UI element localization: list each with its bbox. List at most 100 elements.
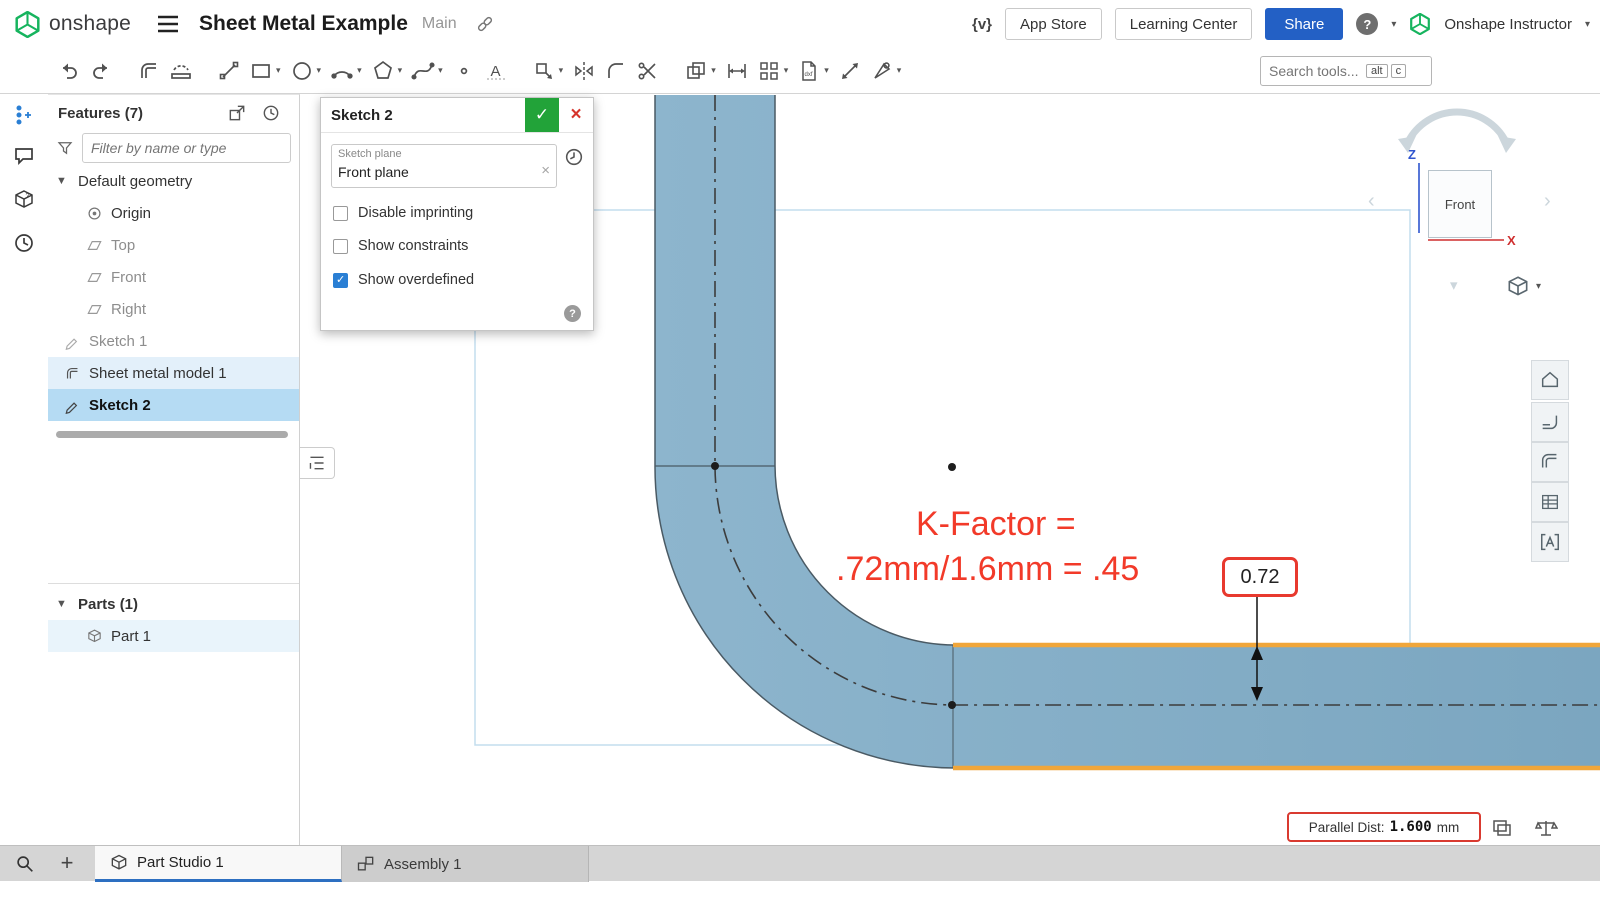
cone-tool-icon[interactable]: [869, 58, 895, 84]
arc-tool-caret-icon[interactable]: ▾: [357, 65, 362, 76]
onshape-logo-icon[interactable]: [14, 11, 41, 38]
sketch-plane-field[interactable]: Sketch plane Front plane ×: [331, 144, 557, 188]
rectangle-tool-icon[interactable]: [248, 58, 274, 84]
sketch-point[interactable]: [948, 701, 956, 709]
trim-tool-icon[interactable]: [635, 58, 661, 84]
dimension-value-box[interactable]: 0.72: [1222, 557, 1298, 597]
new-tab-button[interactable]: +: [52, 848, 82, 878]
account-name[interactable]: Onshape Instructor: [1444, 16, 1572, 33]
sheet-metal-table-icon[interactable]: [1531, 482, 1569, 522]
tree-item-sketch-2[interactable]: Sketch 2: [48, 389, 299, 421]
tree-item-top-plane[interactable]: Top: [48, 229, 299, 261]
tree-item-sheet-metal-model-1[interactable]: Sheet metal model 1: [48, 357, 299, 389]
search-tabs-icon[interactable]: [14, 853, 36, 875]
help-caret-icon[interactable]: ▾: [1391, 19, 1396, 30]
tree-item-front-plane[interactable]: Front: [48, 261, 299, 293]
circle-tool-caret-icon[interactable]: ▾: [317, 65, 322, 76]
tree-item-part-1[interactable]: Part 1: [48, 620, 299, 652]
bend-center-point[interactable]: [948, 463, 956, 471]
pattern-caret-icon[interactable]: ▾: [784, 65, 789, 76]
point-tool-icon[interactable]: [451, 58, 477, 84]
view-options-caret-icon[interactable]: ▾: [1536, 281, 1541, 292]
follow-mode-icon[interactable]: [12, 103, 36, 127]
chevron-down-icon[interactable]: ▼: [56, 175, 70, 187]
transform-caret-icon[interactable]: ▾: [711, 65, 716, 76]
checkbox-show-overdefined[interactable]: Show overdefined: [333, 269, 474, 291]
checkbox-disable-imprinting[interactable]: Disable imprinting: [333, 202, 473, 224]
filter-input[interactable]: [82, 133, 291, 163]
text-tool-icon[interactable]: A: [483, 58, 509, 84]
dxf-export-icon[interactable]: dxf: [796, 58, 822, 84]
hamburger-menu-icon[interactable]: [157, 15, 179, 33]
history-icon[interactable]: [12, 231, 36, 255]
use-project-tool-icon[interactable]: [531, 58, 557, 84]
search-tools-box[interactable]: alt c: [1260, 56, 1432, 86]
viewcube-rotate-down-icon[interactable]: ▾: [1450, 276, 1458, 294]
circle-tool-icon[interactable]: [289, 58, 315, 84]
cone-tool-caret-icon[interactable]: ▾: [897, 65, 902, 76]
help-cube-icon[interactable]: ?: [12, 188, 36, 212]
spline-tool-icon[interactable]: [410, 58, 436, 84]
tree-group-default-geometry[interactable]: ▼ Default geometry: [48, 165, 299, 197]
insert-feature-icon[interactable]: [227, 103, 247, 123]
spline-tool-caret-icon[interactable]: ▾: [438, 65, 443, 76]
panel-collapse-toggle[interactable]: [300, 447, 335, 479]
tab-assembly-1[interactable]: Assembly 1: [342, 846, 589, 882]
checkbox-unchecked[interactable]: [333, 206, 348, 221]
tree-item-origin[interactable]: Origin: [48, 197, 299, 229]
dialog-cancel-button[interactable]: ×: [559, 98, 593, 132]
redo-icon[interactable]: [88, 58, 114, 84]
dialog-help-icon[interactable]: ?: [564, 305, 581, 322]
comments-icon[interactable]: [12, 144, 36, 168]
tree-group-parts[interactable]: ▼ Parts (1): [48, 588, 299, 620]
viewcube-rotate-left-icon[interactable]: ‹: [1368, 190, 1375, 213]
balance-icon[interactable]: [1534, 816, 1558, 840]
line-tool-icon[interactable]: [216, 58, 242, 84]
dimension-tool-icon[interactable]: [724, 58, 750, 84]
dialog-accept-button[interactable]: ✓: [525, 98, 559, 132]
sketch-point[interactable]: [711, 462, 719, 470]
polygon-tool-icon[interactable]: [370, 58, 396, 84]
help-icon[interactable]: ?: [1356, 13, 1378, 35]
chevron-down-icon[interactable]: ▼: [56, 598, 70, 610]
app-store-button[interactable]: App Store: [1005, 8, 1102, 40]
view-options-cube-icon[interactable]: [1505, 274, 1531, 300]
viewcube-rotate-right-icon[interactable]: ›: [1544, 190, 1551, 213]
sheet-metal-bent-view-icon[interactable]: [1531, 442, 1569, 482]
fillet-tool-icon[interactable]: [603, 58, 629, 84]
learning-center-button[interactable]: Learning Center: [1115, 8, 1253, 40]
viewcube-front-face[interactable]: Front: [1428, 170, 1492, 238]
pattern-tool-icon[interactable]: [756, 58, 782, 84]
measure-tool-icon[interactable]: [837, 58, 863, 84]
featurescript-icon[interactable]: {v}: [972, 16, 992, 33]
polygon-tool-caret-icon[interactable]: ▾: [398, 65, 403, 76]
transform-copy-icon[interactable]: [683, 58, 709, 84]
rectangle-tool-caret-icon[interactable]: ▾: [276, 65, 281, 76]
undo-icon[interactable]: [56, 58, 82, 84]
tree-item-right-plane[interactable]: Right: [48, 293, 299, 325]
rollback-history-icon[interactable]: [261, 103, 281, 123]
share-button[interactable]: Share: [1265, 8, 1343, 40]
dialog-rollback-icon[interactable]: [563, 146, 585, 168]
checkbox-unchecked[interactable]: [333, 239, 348, 254]
horizontal-scrollbar[interactable]: [56, 431, 288, 438]
sheets-icon[interactable]: [1490, 816, 1514, 840]
checkbox-checked[interactable]: [333, 273, 348, 288]
workspace-name[interactable]: Main: [422, 15, 457, 33]
search-tools-input[interactable]: [1267, 62, 1363, 80]
sheet-metal-flat-view-icon[interactable]: [1531, 402, 1569, 442]
use-project-caret-icon[interactable]: ▾: [559, 65, 564, 76]
sheet-metal-model-icon[interactable]: [136, 58, 162, 84]
dxf-caret-icon[interactable]: ▾: [824, 65, 829, 76]
tree-item-sketch-1[interactable]: Sketch 1: [48, 325, 299, 357]
sheet-metal-annotation-icon[interactable]: [1531, 522, 1569, 562]
share-link-icon[interactable]: [475, 14, 495, 34]
clear-selection-icon[interactable]: ×: [541, 162, 550, 179]
arc-tool-icon[interactable]: [329, 58, 355, 84]
onshape-logo-text[interactable]: onshape: [49, 12, 131, 36]
checkbox-show-constraints[interactable]: Show constraints: [333, 235, 468, 257]
account-caret-icon[interactable]: ▾: [1585, 19, 1590, 30]
flatten-icon[interactable]: [168, 58, 194, 84]
tab-part-studio-1[interactable]: Part Studio 1: [95, 846, 342, 882]
mirror-tool-icon[interactable]: [571, 58, 597, 84]
